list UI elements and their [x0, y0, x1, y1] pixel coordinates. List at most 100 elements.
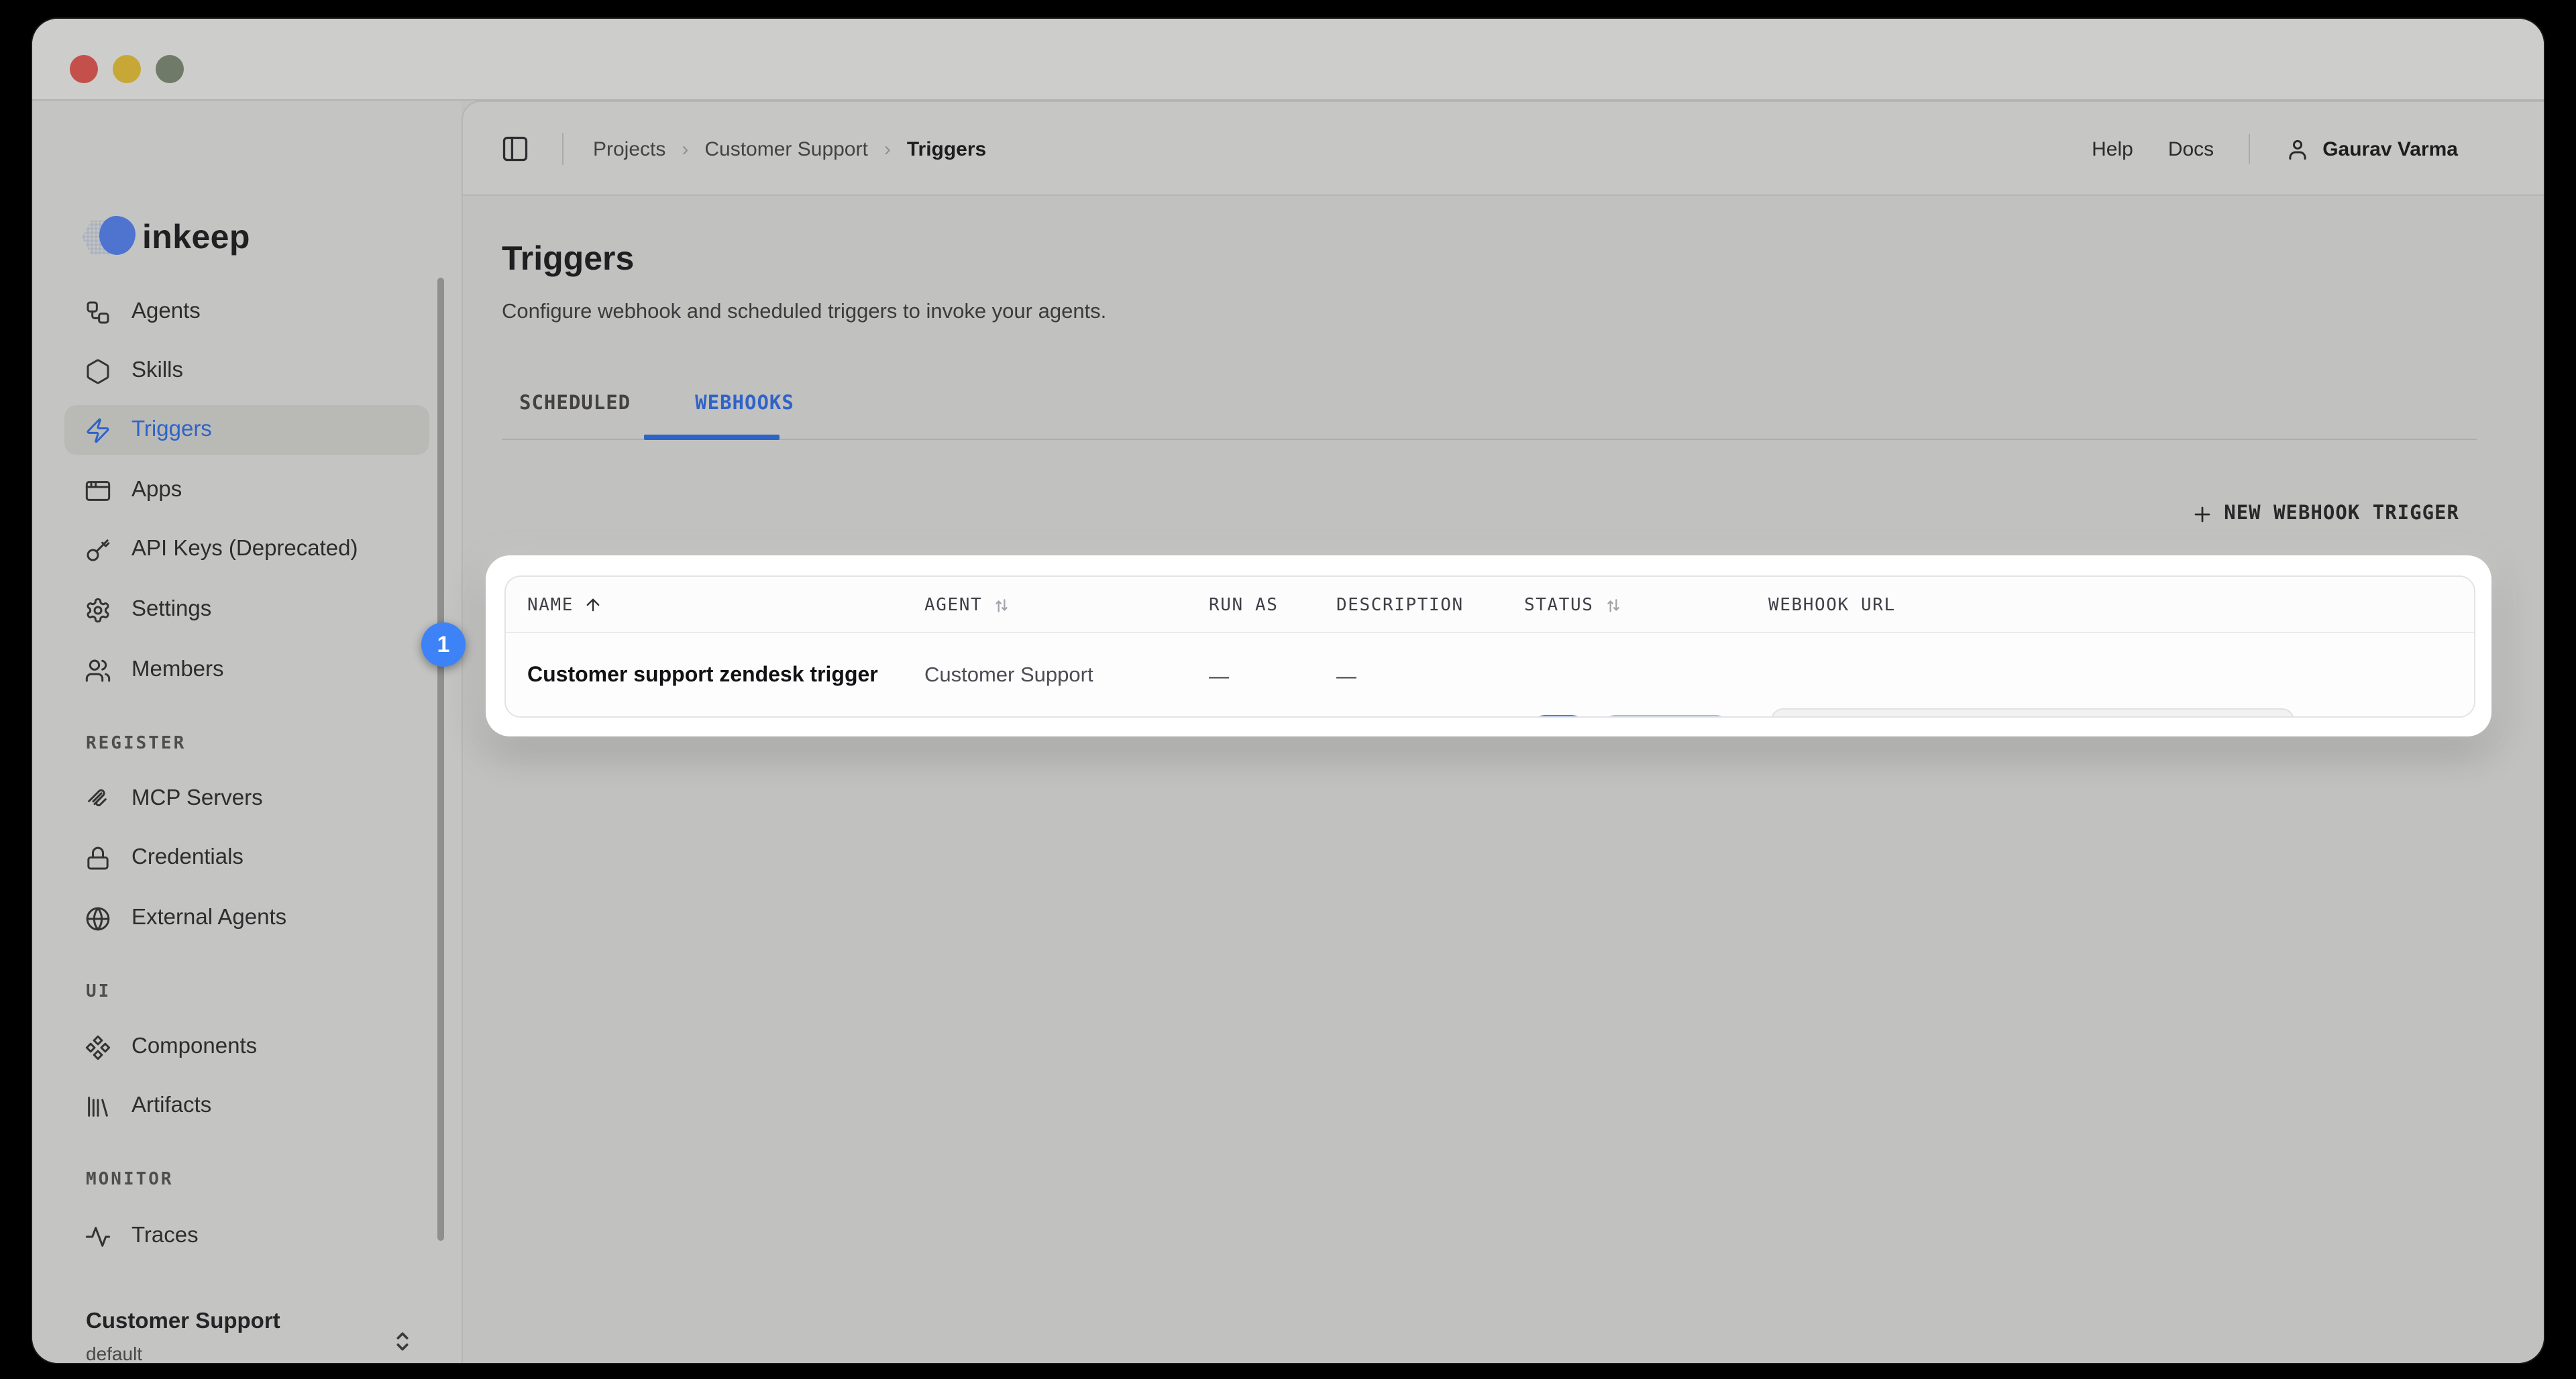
app-window: inkeep Agents Skills Triggers: [32, 19, 2544, 1363]
sidebar-item-label: Triggers: [131, 417, 212, 443]
tab-webhooks[interactable]: WEBHOOKS: [678, 393, 812, 415]
sidebar-section-ui: UI: [86, 982, 111, 1002]
column-header-run-as: RUN AS: [1209, 577, 1279, 633]
brand-name: inkeep: [142, 218, 250, 257]
docs-link[interactable]: Docs: [2168, 137, 2214, 160]
column-header-agent[interactable]: AGENT: [924, 577, 1012, 633]
activity-icon: [85, 1223, 111, 1250]
hexagon-icon: [85, 357, 111, 384]
sidebar-item-traces[interactable]: Traces: [64, 1211, 429, 1261]
triggers-table: NAME AGENT RUN AS: [504, 575, 2475, 718]
new-webhook-trigger-label: NEW WEBHOOK TRIGGER: [2224, 503, 2459, 525]
new-webhook-trigger-button[interactable]: NEW WEBHOOK TRIGGER: [2192, 503, 2459, 525]
sort-ascending-icon: [583, 596, 602, 614]
workflow-icon: [85, 298, 111, 325]
trigger-agent: Customer Support: [924, 633, 1093, 718]
sidebar-item-triggers[interactable]: Triggers: [64, 405, 429, 455]
column-header-name[interactable]: NAME: [527, 577, 602, 633]
user-icon: [2285, 136, 2310, 162]
chevrons-up-down-icon[interactable]: [389, 1325, 416, 1358]
sidebar-item-label: MCP Servers: [131, 786, 263, 812]
trigger-run-as: —: [1209, 633, 1229, 718]
sidebar-scrollbar[interactable]: [437, 278, 444, 1241]
table-row[interactable]: Customer support zendesk trigger Custome…: [506, 633, 2474, 718]
sort-icon: [991, 596, 1012, 614]
users-icon: [85, 657, 111, 683]
sidebar-item-agents[interactable]: Agents: [64, 287, 429, 337]
close-window-button[interactable]: [70, 55, 98, 83]
sidebar-item-label: Artifacts: [131, 1093, 211, 1119]
breadcrumb-separator: ›: [884, 137, 891, 160]
lock-icon: [85, 844, 111, 871]
component-icon: [85, 1034, 111, 1060]
sidebar-item-settings[interactable]: Settings: [64, 585, 429, 635]
header-actions: Help Docs Gaurav Varma: [2092, 102, 2458, 196]
page-title: Triggers: [502, 240, 634, 279]
key-icon: [85, 536, 111, 563]
sidebar-section-monitor: MONITOR: [86, 1170, 174, 1190]
sidebar-item-label: Settings: [131, 597, 211, 622]
sort-icon: [1603, 596, 1623, 614]
project-switcher-name[interactable]: Customer Support: [86, 1309, 280, 1335]
globe-icon: [85, 905, 111, 932]
plus-icon: [2192, 504, 2212, 524]
window-titlebar: [32, 19, 2544, 101]
breadcrumb-customer-support[interactable]: Customer Support: [704, 137, 867, 160]
gear-icon: [85, 596, 111, 623]
sidebar-item-label: Skills: [131, 358, 183, 384]
sidebar-item-label: Traces: [131, 1223, 199, 1249]
sidebar-item-members[interactable]: Members: [64, 645, 429, 695]
inkeep-logo-icon: [82, 216, 138, 259]
webhook-url-field[interactable]: https://api.agents.inkeep.com/run/tenant…: [1771, 708, 2294, 718]
minimize-window-button[interactable]: [113, 55, 141, 83]
sidebar-item-artifacts[interactable]: Artifacts: [64, 1081, 429, 1131]
inkeep-logo[interactable]: inkeep: [82, 215, 250, 260]
sidebar-item-apps[interactable]: Apps: [64, 465, 429, 515]
zoom-window-button[interactable]: [156, 55, 184, 83]
breadcrumb: Projects › Customer Support › Triggers: [593, 102, 986, 196]
annotation-badge-1: 1: [421, 622, 466, 667]
page-description: Configure webhook and scheduled triggers…: [502, 300, 1106, 325]
sidebar-item-label: Members: [131, 657, 224, 683]
main-panel: Projects › Customer Support › Triggers H…: [462, 101, 2544, 1363]
breadcrumb-triggers: Triggers: [907, 137, 986, 160]
sidebar-item-external-agents[interactable]: External Agents: [64, 893, 429, 943]
sidebar-item-api-keys[interactable]: API Keys (Deprecated): [64, 525, 429, 574]
table-header-row: NAME AGENT RUN AS: [506, 577, 2474, 633]
sidebar-item-label: Credentials: [131, 845, 244, 871]
library-icon: [85, 1093, 111, 1119]
app-window-icon: [85, 477, 111, 504]
sidebar-item-components[interactable]: Components: [64, 1022, 429, 1072]
status-badge: ENABLED: [1603, 715, 1729, 718]
tabs: SCHEDULED WEBHOOKS: [502, 393, 812, 415]
sidebar-item-label: API Keys (Deprecated): [131, 537, 358, 562]
column-header-status[interactable]: STATUS: [1524, 577, 1623, 633]
sidebar-item-label: Apps: [131, 478, 182, 503]
sidebar-item-mcp-servers[interactable]: MCP Servers: [64, 774, 429, 824]
user-menu[interactable]: Gaurav Varma: [2285, 136, 2458, 162]
screenshot-stage: inkeep Agents Skills Triggers: [0, 0, 2576, 1379]
help-link[interactable]: Help: [2092, 137, 2133, 160]
header-divider: [562, 133, 564, 165]
breadcrumb-separator: ›: [682, 137, 688, 160]
sidebar-item-label: Components: [131, 1034, 257, 1060]
main-header: Projects › Customer Support › Triggers H…: [463, 102, 2544, 196]
zap-icon: [85, 417, 111, 443]
sidebar-item-label: Agents: [131, 299, 201, 325]
project-switcher-environment: default: [86, 1343, 142, 1363]
sidebar: inkeep Agents Skills Triggers: [32, 101, 462, 1363]
sidebar-section-register: REGISTER: [86, 734, 186, 754]
sidebar-toggle-icon[interactable]: [500, 134, 530, 164]
status-toggle[interactable]: [1528, 715, 1589, 718]
trigger-name: Customer support zendesk trigger: [527, 633, 878, 718]
sidebar-item-credentials[interactable]: Credentials: [64, 833, 429, 883]
column-header-webhook-url: WEBHOOK URL: [1768, 577, 1896, 633]
mcp-icon: [85, 785, 111, 812]
active-tab-underline: [644, 435, 780, 439]
sidebar-item-label: External Agents: [131, 905, 286, 931]
trigger-description: —: [1336, 633, 1356, 718]
sidebar-item-skills[interactable]: Skills: [64, 346, 429, 396]
tab-scheduled[interactable]: SCHEDULED: [502, 393, 648, 415]
user-name: Gaurav Varma: [2322, 137, 2458, 160]
breadcrumb-projects[interactable]: Projects: [593, 137, 665, 160]
